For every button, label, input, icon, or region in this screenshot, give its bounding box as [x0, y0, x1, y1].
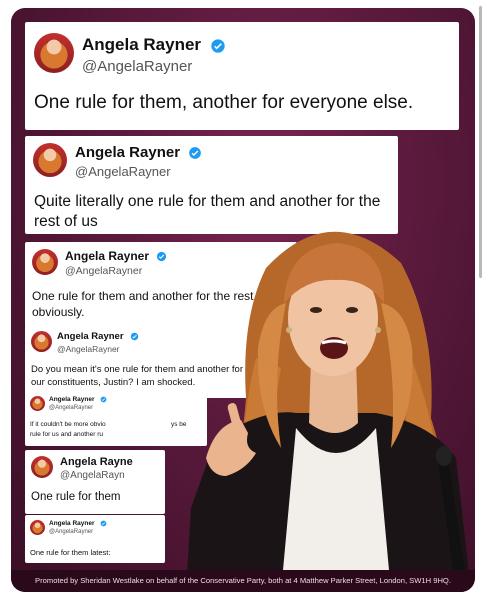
tweet-author-handle: @AngelaRayner [57, 344, 120, 354]
verified-badge-icon [157, 252, 167, 262]
verified-badge-icon [189, 147, 202, 159]
verified-badge-icon [130, 332, 139, 341]
tweet-author-name: Angela Rayner [49, 520, 107, 527]
tweet-author-handle: @AngelaRayner [49, 405, 94, 411]
tweet-author-handle: @AngelaRayn [60, 470, 125, 481]
avatar [31, 456, 53, 478]
verified-badge-icon [100, 520, 107, 527]
tweet-author-name: Angela Rayne [60, 456, 133, 468]
imprint-footer: Promoted by Sheridan Westlake on behalf … [35, 576, 451, 585]
tweet-card-5[interactable]: Angela Rayner @AngelaRayner If it couldn… [25, 392, 207, 446]
politician-photo [186, 231, 471, 592]
tweet-author-name: Angela Rayner [57, 331, 139, 342]
tweet-text-tail: ys be [171, 421, 187, 428]
avatar [30, 520, 45, 535]
tweet-text: One rule for them latest: [30, 548, 111, 557]
avatar [31, 331, 52, 352]
tweet-text: If it couldn't be more obvio [30, 421, 106, 428]
verified-badge-icon [211, 38, 225, 53]
tweet-card-1[interactable]: Angela Rayner @AngelaRayner One rule for… [25, 22, 459, 130]
tweet-text-line2: rule for us and another ru [30, 431, 103, 438]
page-scrollbar[interactable] [479, 6, 482, 278]
avatar [32, 249, 58, 275]
tweet-author-name: Angela Rayner [75, 144, 202, 161]
avatar [34, 33, 74, 73]
tweet-card-7[interactable]: Angela Rayner @AngelaRayner One rule for… [25, 515, 165, 563]
tweet-author-name: Angela Rayner [49, 396, 107, 403]
avatar [30, 396, 45, 411]
tweet-author-handle: @AngelaRayner [49, 529, 94, 535]
tweet-text: One rule for them, another for everyone … [34, 92, 414, 113]
avatar [33, 143, 67, 177]
tweet-author-handle: @AngelaRayner [65, 265, 143, 277]
verified-badge-icon [100, 396, 107, 403]
tweet-text: One rule for them [31, 491, 121, 503]
ad-poster: Angela Rayner @AngelaRayner One rule for… [11, 8, 475, 592]
tweet-author-handle: @AngelaRayner [75, 164, 171, 179]
tweet-author-handle: @AngelaRayner [82, 58, 193, 75]
tweet-author-name: Angela Rayner [82, 35, 226, 55]
tweet-author-name: Angela Rayner [65, 249, 167, 263]
tweet-card-6[interactable]: Angela Rayne @AngelaRayn One rule for th… [25, 450, 165, 514]
